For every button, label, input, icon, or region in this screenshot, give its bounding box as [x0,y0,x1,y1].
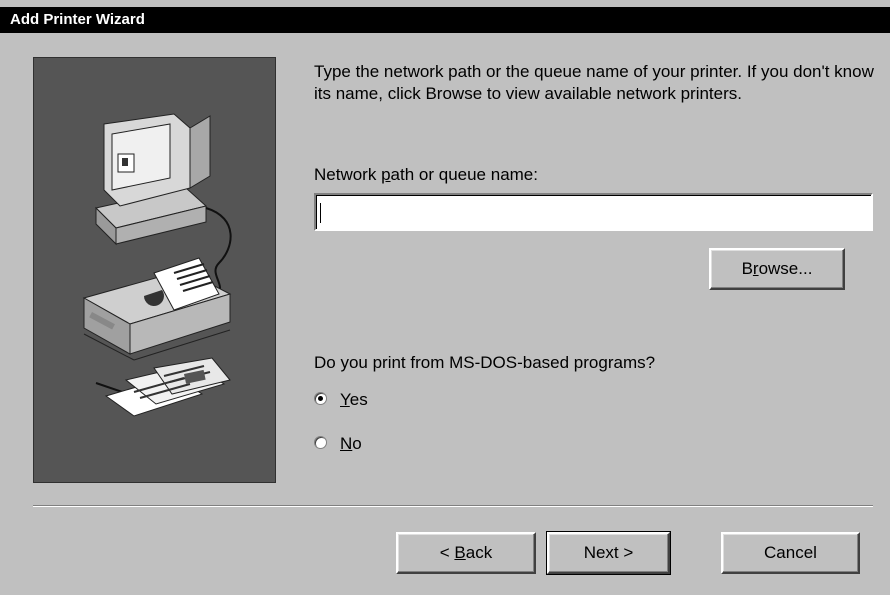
radio-no-label[interactable]: No [340,433,362,455]
title-bar: Add Printer Wizard [0,7,890,33]
instruction-text: Type the network path or the queue name … [314,62,874,103]
computer-icon [95,113,232,294]
window-title: Add Printer Wizard [10,11,145,28]
radio-yes-circle[interactable] [314,392,327,405]
printer-icon [82,257,232,361]
documents-icon [95,357,231,417]
wizard-illustration [33,57,276,483]
browse-button[interactable]: Browse... [709,248,845,290]
text-caret [320,203,321,223]
msdos-question: Do you print from MS-DOS-based programs? [314,353,656,372]
radio-selected-dot [318,396,323,401]
network-path-input[interactable] [314,193,873,231]
next-button[interactable]: Next > [546,531,671,575]
radio-yes-label[interactable]: Yes [340,389,368,411]
network-path-label: Network path or queue name: [314,165,538,184]
back-button[interactable]: < Back [396,532,536,574]
radio-no-circle[interactable] [314,436,327,449]
separator-line [33,505,873,507]
cancel-button[interactable]: Cancel [721,532,860,574]
